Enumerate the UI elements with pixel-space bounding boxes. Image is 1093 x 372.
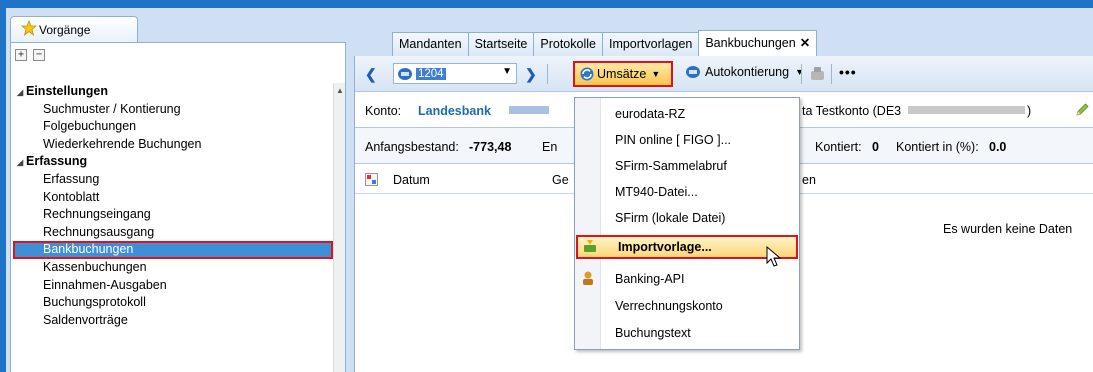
autokontierung-label: Autokontierung xyxy=(705,65,790,79)
umsaetze-label: Umsätze xyxy=(597,67,647,81)
toolbar-separator xyxy=(547,64,548,84)
navigation-tree: ◢ Einstellungen Suchmuster / Kontierung F… xyxy=(11,83,335,329)
toolbar: ❮ 1204 ▼ ❯ Umsätze ▼ Autokontierung ▼ ••… xyxy=(355,56,1093,92)
konto-description: ta Testkonto (DE3 xyxy=(802,104,902,118)
tree-item[interactable]: Erfassung xyxy=(11,171,335,189)
umsaetze-dropdown-menu: eurodata-RZ PIN online [ FIGO ]... SFirm… xyxy=(574,97,800,350)
empty-grid-message: Es wurden keine Daten xyxy=(943,222,1073,236)
autokontierung-button[interactable]: Autokontierung ▼ xyxy=(685,65,804,79)
close-tab-icon[interactable]: ✕ xyxy=(800,36,810,50)
menu-item-sfirm-lokale-datei[interactable]: SFirm (lokale Datei) xyxy=(575,206,799,230)
menu-item-eurodata-rz[interactable]: eurodata-RZ xyxy=(575,102,799,126)
menu-item-importvorlage[interactable]: Importvorlage... xyxy=(576,235,798,259)
star-icon xyxy=(21,20,37,36)
disabled-tool-icon xyxy=(811,67,824,80)
tree-item[interactable]: Folgebuchungen xyxy=(11,118,335,136)
menu-item-banking-api[interactable]: Banking-API xyxy=(575,267,799,291)
menu-item-importvorlage-label: Importvorlage... xyxy=(618,240,712,254)
konto-description-end: ) xyxy=(1027,104,1032,118)
column-header-partial[interactable]: en xyxy=(802,173,816,187)
tab-protokolle[interactable]: Protokolle xyxy=(533,32,603,56)
more-options-icon[interactable]: ••• xyxy=(839,64,857,80)
tab-bankbuchungen[interactable]: Bankbuchungen ✕ xyxy=(698,30,818,56)
tree-item[interactable]: Suchmuster / Kontierung xyxy=(11,101,335,119)
redacted-iban xyxy=(908,106,1025,114)
anfangsbestand-label: Anfangsbestand: xyxy=(365,140,459,154)
chevron-down-icon: ▼ xyxy=(651,69,661,79)
next-arrow-icon[interactable]: ❯ xyxy=(525,66,537,83)
tab-mandanten[interactable]: Mandanten xyxy=(392,32,469,56)
tree-group-label: Einstellungen xyxy=(26,84,108,98)
konto-select-value: 1204 xyxy=(416,67,446,80)
tree-item[interactable]: Saldenvorträge xyxy=(11,312,335,330)
collapse-triangle-icon: ◢ xyxy=(17,158,24,168)
bank-name: Landesbank xyxy=(418,104,491,118)
column-header-datum[interactable]: Datum xyxy=(393,173,430,187)
kontiert-pct-value: 0.0 xyxy=(989,140,1007,154)
tab-importvorlagen[interactable]: Importvorlagen xyxy=(601,32,700,56)
toolbar-separator xyxy=(831,64,832,84)
tab-bankbuchungen-label: Bankbuchungen xyxy=(705,36,796,50)
menu-item-verrechnungskonto[interactable]: Verrechnungskonto xyxy=(575,294,799,318)
import-template-icon xyxy=(584,240,596,252)
tree-item[interactable]: Rechnungsausgang xyxy=(11,224,335,242)
refresh-icon xyxy=(580,67,594,81)
previous-arrow-icon[interactable]: ❮ xyxy=(365,66,377,83)
autokontierung-icon xyxy=(686,66,700,78)
document-tabs: Mandanten Startseite Protokolle Importvo… xyxy=(392,30,818,56)
kontiert-label: Kontiert: xyxy=(815,140,862,154)
redacted-bank-detail xyxy=(509,106,549,114)
collapse-triangle-icon: ◢ xyxy=(17,88,24,97)
konto-label: Konto: xyxy=(365,104,402,118)
chevron-down-icon: ▼ xyxy=(502,66,512,77)
menu-item-sfirm-sammelabruf[interactable]: SFirm-Sammelabruf xyxy=(575,154,799,178)
tree-group-erfassung[interactable]: ◢ Erfassung xyxy=(11,153,335,171)
navigation-tree-panel: + − ◢ Einstellungen Suchmuster / Kontieru… xyxy=(10,42,346,372)
anfangsbestand-value: -773,48 xyxy=(469,140,512,154)
bank-account-icon xyxy=(398,67,412,80)
umsaetze-button[interactable]: Umsätze ▼ xyxy=(573,61,673,87)
vorgaenge-tab[interactable]: Vorgänge xyxy=(10,16,138,42)
tree-item[interactable]: Kassenbuchungen xyxy=(11,259,335,277)
menu-item-banking-api-label: Banking-API xyxy=(615,272,685,286)
collapse-all-button[interactable]: − xyxy=(33,49,45,61)
tab-startseite[interactable]: Startseite xyxy=(467,32,535,56)
tree-tools: + − xyxy=(15,49,45,61)
tree-item-bankbuchungen-selected[interactable]: Bankbuchungen xyxy=(13,241,333,259)
tree-group-einstellungen[interactable]: ◢ Einstellungen xyxy=(11,83,335,101)
endbestand-label-partial: En xyxy=(542,140,558,154)
tree-item[interactable]: Wiederkehrende Buchungen xyxy=(11,136,335,154)
kontiert-pct-label: Kontiert in (%): xyxy=(896,140,979,154)
expand-all-button[interactable]: + xyxy=(15,49,27,61)
chevron-down-icon: ▼ xyxy=(795,67,805,77)
mouse-cursor-icon xyxy=(766,246,782,267)
column-header-gegenkonto[interactable]: Ge xyxy=(552,173,569,187)
banking-api-icon xyxy=(583,271,593,285)
tree-item[interactable]: Buchungsprotokoll xyxy=(11,294,335,312)
tree-group-label: Erfassung xyxy=(26,154,88,169)
menu-item-buchungstext[interactable]: Buchungstext xyxy=(575,321,799,345)
tree-item[interactable]: Rechnungseingang xyxy=(11,206,335,224)
kontiert-value: 0 xyxy=(872,140,879,154)
grid-settings-icon[interactable] xyxy=(365,173,378,186)
menu-item-pin-online-figo[interactable]: PIN online [ FIGO ]... xyxy=(575,128,799,152)
pencil-icon[interactable] xyxy=(1074,102,1090,118)
vorgaenge-tab-label: Vorgänge xyxy=(39,22,91,37)
tree-scrollbar[interactable]: ▲ xyxy=(333,83,345,372)
tree-item[interactable]: Kontoblatt xyxy=(11,189,335,207)
konto-select[interactable]: 1204 ▼ xyxy=(393,63,517,84)
tree-item[interactable]: Einnahmen-Ausgaben xyxy=(11,277,335,295)
scroll-up-icon[interactable]: ▲ xyxy=(336,86,344,95)
toolbar-separator xyxy=(801,64,802,84)
menu-item-mt940-datei[interactable]: MT940-Datei... xyxy=(575,180,799,204)
